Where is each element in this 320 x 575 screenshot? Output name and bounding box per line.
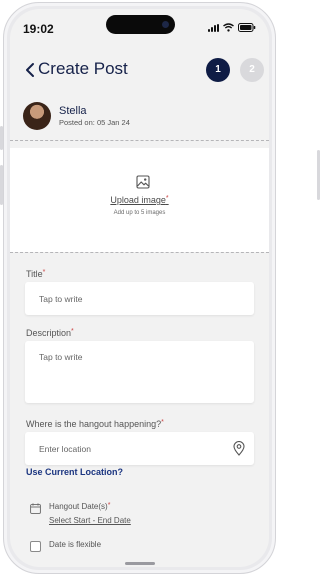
title-label-text: Title	[26, 269, 43, 279]
required-mark: *	[161, 419, 164, 426]
upload-hint: Add up to 5 images	[113, 210, 166, 216]
wifi-icon	[223, 23, 234, 32]
upload-image-link[interactable]: Upload image*	[10, 195, 269, 205]
dynamic-island	[106, 15, 175, 34]
avatar	[23, 102, 51, 130]
title-input[interactable]: Tap to write	[25, 282, 254, 315]
page-title: Create Post	[38, 59, 128, 78]
calendar-icon	[30, 503, 41, 514]
location-label-text: Where is the hangout happening?	[26, 419, 162, 429]
image-icon	[136, 175, 150, 189]
required-mark: *	[107, 502, 111, 509]
upload-label-text: Upload image	[110, 195, 166, 205]
status-time: 19:02	[23, 22, 54, 36]
home-indicator	[125, 562, 155, 565]
posted-on-date: Posted on: 05 Jan 24	[59, 118, 130, 127]
location-placeholder: Enter location	[39, 444, 91, 454]
description-placeholder: Tap to write	[39, 352, 83, 362]
camera-dot	[162, 21, 169, 28]
description-textarea[interactable]: Tap to write	[25, 341, 254, 403]
use-current-location-link[interactable]: Use Current Location?	[26, 467, 123, 477]
select-date-range-link[interactable]: Select Start - End Date	[49, 516, 131, 525]
location-pin-icon[interactable]	[233, 441, 245, 456]
author-name: Stella	[59, 105, 87, 117]
step-indicator-1: 1	[206, 58, 230, 82]
status-icons	[208, 23, 256, 32]
phone-frame: 19:02 Create Post 1 2 Stella Posted on: …	[3, 2, 276, 574]
hangout-date-label: Hangout Date(s)*	[49, 502, 110, 511]
description-label: Description*	[26, 328, 74, 338]
title-placeholder: Tap to write	[39, 294, 83, 304]
battery-icon	[238, 23, 256, 32]
upload-image-zone[interactable]: Upload image* Add up to 5 images	[10, 148, 269, 252]
title-label: Title*	[26, 269, 45, 279]
date-flexible-label: Date is flexible	[49, 540, 102, 549]
step-indicator-2: 2	[240, 58, 264, 82]
app-screen: 19:02 Create Post 1 2 Stella Posted on: …	[10, 9, 269, 567]
description-label-text: Description	[26, 328, 72, 338]
header: Create Post 1 2	[10, 53, 269, 93]
date-flexible-checkbox[interactable]	[30, 541, 41, 552]
location-input[interactable]: Enter location	[25, 432, 254, 465]
chevron-left-icon[interactable]	[24, 61, 38, 79]
status-bar: 19:02	[10, 9, 269, 43]
required-mark: *	[42, 269, 46, 276]
required-mark: *	[165, 195, 169, 202]
author-info: Stella Posted on: 05 Jan 24	[10, 99, 269, 141]
divider-top	[10, 140, 269, 141]
divider-bottom	[10, 252, 269, 253]
signal-icon	[208, 23, 219, 32]
hangout-date-label-text: Hangout Date(s)	[49, 502, 108, 511]
location-label: Where is the hangout happening?*	[26, 419, 164, 429]
required-mark: *	[71, 328, 74, 335]
